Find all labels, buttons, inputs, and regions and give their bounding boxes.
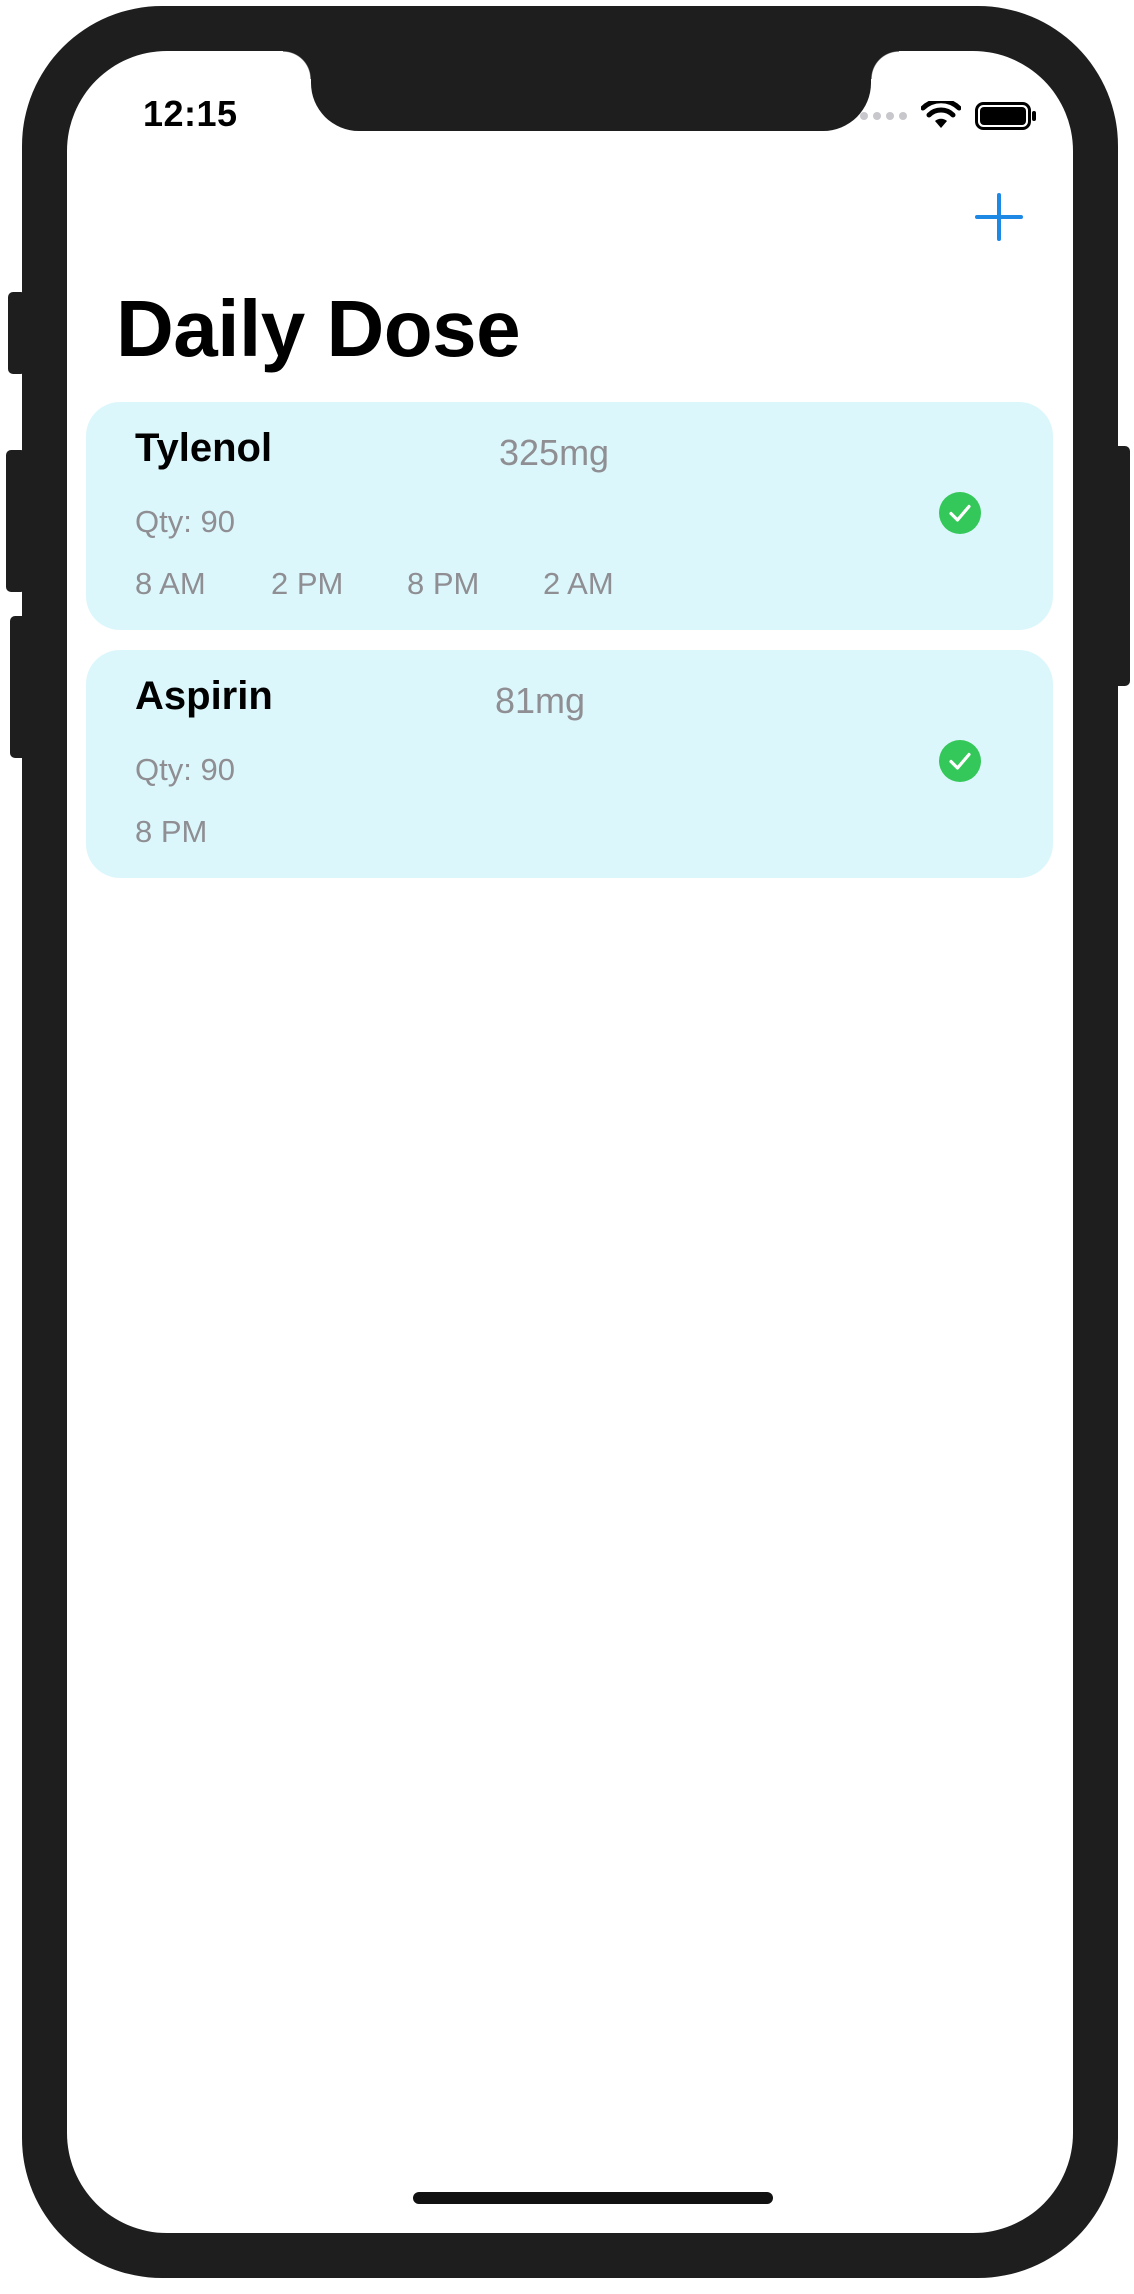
dose-time: 2 AM [543, 566, 614, 601]
home-indicator[interactable] [413, 2192, 773, 2204]
dose-time: 8 AM [135, 566, 206, 601]
medication-card-tylenol[interactable]: Tylenol 325mg Qty: 90 8 AM 2 PM 8 PM 2 A… [86, 402, 1053, 630]
medication-name: Tylenol [135, 426, 273, 470]
add-medication-button[interactable] [973, 191, 1025, 243]
checkmark-circle-icon[interactable] [939, 492, 981, 534]
dose-time: 2 PM [271, 566, 344, 601]
checkmark-circle-icon[interactable] [939, 740, 981, 782]
app-screen: 12:15 Daily Dose Tylenol 325mg Qty: 90 8… [67, 51, 1073, 2233]
status-icons [860, 101, 1037, 131]
battery-icon [975, 102, 1036, 130]
medication-schedule: 8 AM 2 PM 8 PM 2 AM [135, 566, 679, 602]
page-title: Daily Dose [116, 284, 521, 373]
medication-card-aspirin[interactable]: Aspirin 81mg Qty: 90 8 PM [86, 650, 1053, 878]
medication-list: Tylenol 325mg Qty: 90 8 AM 2 PM 8 PM 2 A… [86, 402, 1053, 898]
medication-schedule: 8 PM [135, 814, 271, 850]
medication-quantity: Qty: 90 [135, 504, 235, 539]
medication-dose: 81mg [495, 680, 586, 721]
medication-dose: 325mg [499, 432, 610, 473]
device-notch [283, 51, 899, 131]
signal-dots-icon [860, 112, 907, 120]
dose-time: 8 PM [407, 566, 480, 601]
device-frame: 12:15 Daily Dose Tylenol 325mg Qty: 90 8… [22, 6, 1118, 2278]
status-time: 12:15 [143, 93, 238, 134]
medication-name: Aspirin [135, 674, 273, 718]
dose-time: 8 PM [135, 814, 208, 849]
wifi-icon [921, 101, 961, 128]
medication-quantity: Qty: 90 [135, 752, 235, 787]
plus-icon [975, 193, 1023, 241]
